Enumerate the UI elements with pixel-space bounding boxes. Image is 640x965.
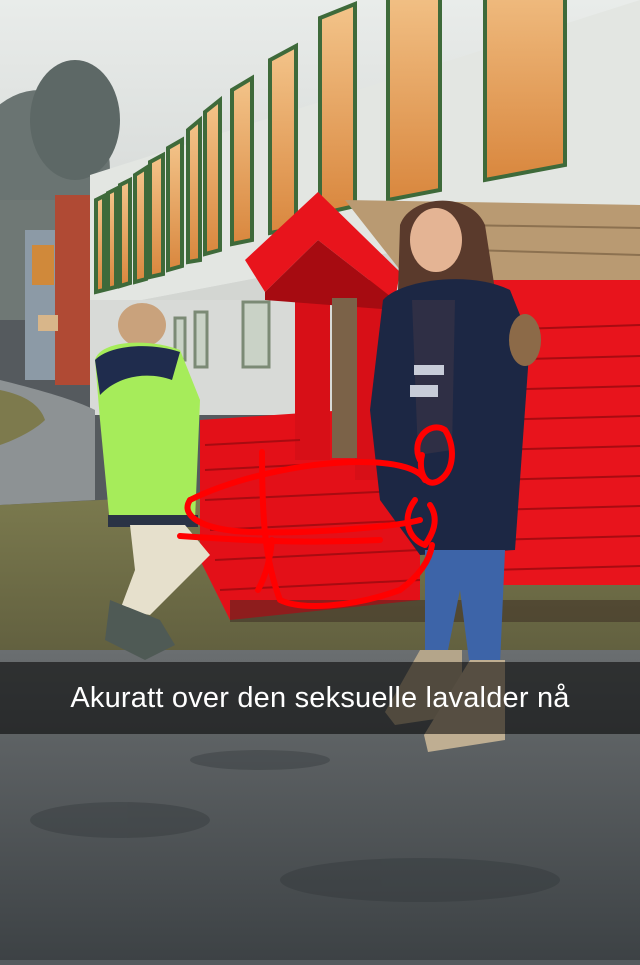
snap-caption-bar: Akuratt over den seksuelle lavalder nå [0,662,640,734]
snap-photo [0,0,640,960]
snap-caption-text: Akuratt over den seksuelle lavalder nå [70,681,570,714]
